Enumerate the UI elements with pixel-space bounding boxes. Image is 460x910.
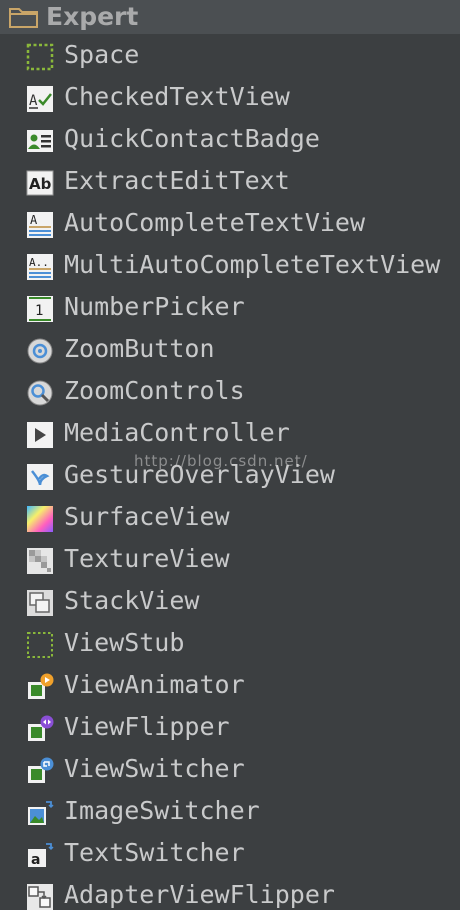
svg-text:Ab: Ab xyxy=(29,175,52,193)
palette-item-auto-complete-text-view[interactable]: A AutoCompleteTextView xyxy=(0,202,460,244)
palette-item-label: ViewSwitcher xyxy=(64,754,245,783)
image-switcher-icon xyxy=(26,799,54,827)
palette-item-image-switcher[interactable]: ImageSwitcher xyxy=(0,790,460,832)
checked-text-view-icon: A xyxy=(26,85,54,113)
palette-item-label: NumberPicker xyxy=(64,292,245,321)
palette-item-label: TextureView xyxy=(64,544,230,573)
palette-item-label: ViewStub xyxy=(64,628,185,657)
palette-item-adapter-view-flipper[interactable]: AdapterViewFlipper xyxy=(0,874,460,910)
text-switcher-icon: a xyxy=(26,841,54,869)
palette-item-label: TextSwitcher xyxy=(64,838,245,867)
palette-item-label: StackView xyxy=(64,586,200,615)
palette-item-media-controller[interactable]: MediaController xyxy=(0,412,460,454)
quick-contact-badge-icon xyxy=(26,127,54,155)
svg-text:1: 1 xyxy=(35,303,43,319)
palette-item-label: Space xyxy=(64,40,140,69)
zoom-controls-icon xyxy=(26,379,54,407)
space-icon xyxy=(26,43,54,71)
palette-item-multi-auto-complete-text-view[interactable]: A.. MultiAutoCompleteTextView xyxy=(0,244,460,286)
palette-item-view-switcher[interactable]: ViewSwitcher xyxy=(0,748,460,790)
svg-text:A: A xyxy=(30,213,38,227)
view-switcher-icon xyxy=(26,757,54,785)
view-flipper-icon xyxy=(26,715,54,743)
svg-text:a: a xyxy=(31,852,40,868)
auto-complete-text-view-icon: A xyxy=(26,211,54,239)
palette-item-label: ViewFlipper xyxy=(64,712,230,741)
palette-item-number-picker[interactable]: 1 NumberPicker xyxy=(0,286,460,328)
palette-item-view-flipper[interactable]: ViewFlipper xyxy=(0,706,460,748)
palette-item-label: MediaController xyxy=(64,418,290,447)
folder-icon xyxy=(9,6,39,28)
palette-item-label: CheckedTextView xyxy=(64,82,290,111)
palette-item-label: AutoCompleteTextView xyxy=(64,208,366,237)
palette-item-checked-text-view[interactable]: A CheckedTextView xyxy=(0,76,460,118)
palette-item-label: ZoomButton xyxy=(64,334,215,363)
palette-item-surface-view[interactable]: SurfaceView xyxy=(0,496,460,538)
media-controller-icon xyxy=(26,421,54,449)
adapter-view-flipper-icon xyxy=(26,883,54,910)
palette-item-text-switcher[interactable]: a TextSwitcher xyxy=(0,832,460,874)
watermark: http://blog.csdn.net/ xyxy=(134,452,308,470)
palette-item-stack-view[interactable]: StackView xyxy=(0,580,460,622)
palette-item-texture-view[interactable]: TextureView xyxy=(0,538,460,580)
palette-item-label: ImageSwitcher xyxy=(64,796,260,825)
gesture-overlay-view-icon xyxy=(26,463,54,491)
palette-group-title: Expert xyxy=(46,2,139,31)
view-stub-icon xyxy=(26,631,54,659)
multi-auto-complete-text-view-icon: A.. xyxy=(26,253,54,281)
number-picker-icon: 1 xyxy=(26,295,54,323)
palette-item-label: ExtractEditText xyxy=(64,166,290,195)
palette-item-quick-contact-badge[interactable]: QuickContactBadge xyxy=(0,118,460,160)
extract-edit-text-icon: Ab xyxy=(26,169,54,197)
palette-item-label: MultiAutoCompleteTextView xyxy=(64,250,441,279)
stack-view-icon xyxy=(26,589,54,617)
palette-item-label: AdapterViewFlipper xyxy=(64,880,335,909)
view-animator-icon xyxy=(26,673,54,701)
palette-item-label: SurfaceView xyxy=(64,502,230,531)
texture-view-icon xyxy=(26,547,54,575)
palette-item-zoom-button[interactable]: ZoomButton xyxy=(0,328,460,370)
svg-text:A: A xyxy=(29,93,38,109)
palette-item-label: ViewAnimator xyxy=(64,670,245,699)
palette-item-extract-edit-text[interactable]: Ab ExtractEditText xyxy=(0,160,460,202)
surface-view-icon xyxy=(26,505,54,533)
svg-text:A..: A.. xyxy=(29,256,49,269)
palette-panel: Expert Space A CheckedTextView QuickCont… xyxy=(0,0,460,910)
palette-item-label: QuickContactBadge xyxy=(64,124,320,153)
palette-item-view-animator[interactable]: ViewAnimator xyxy=(0,664,460,706)
palette-item-zoom-controls[interactable]: ZoomControls xyxy=(0,370,460,412)
zoom-button-icon xyxy=(26,337,54,365)
palette-item-space[interactable]: Space xyxy=(0,34,460,76)
palette-item-label: ZoomControls xyxy=(64,376,245,405)
palette-group-header-expert[interactable]: Expert xyxy=(0,0,460,34)
palette-item-view-stub[interactable]: ViewStub xyxy=(0,622,460,664)
